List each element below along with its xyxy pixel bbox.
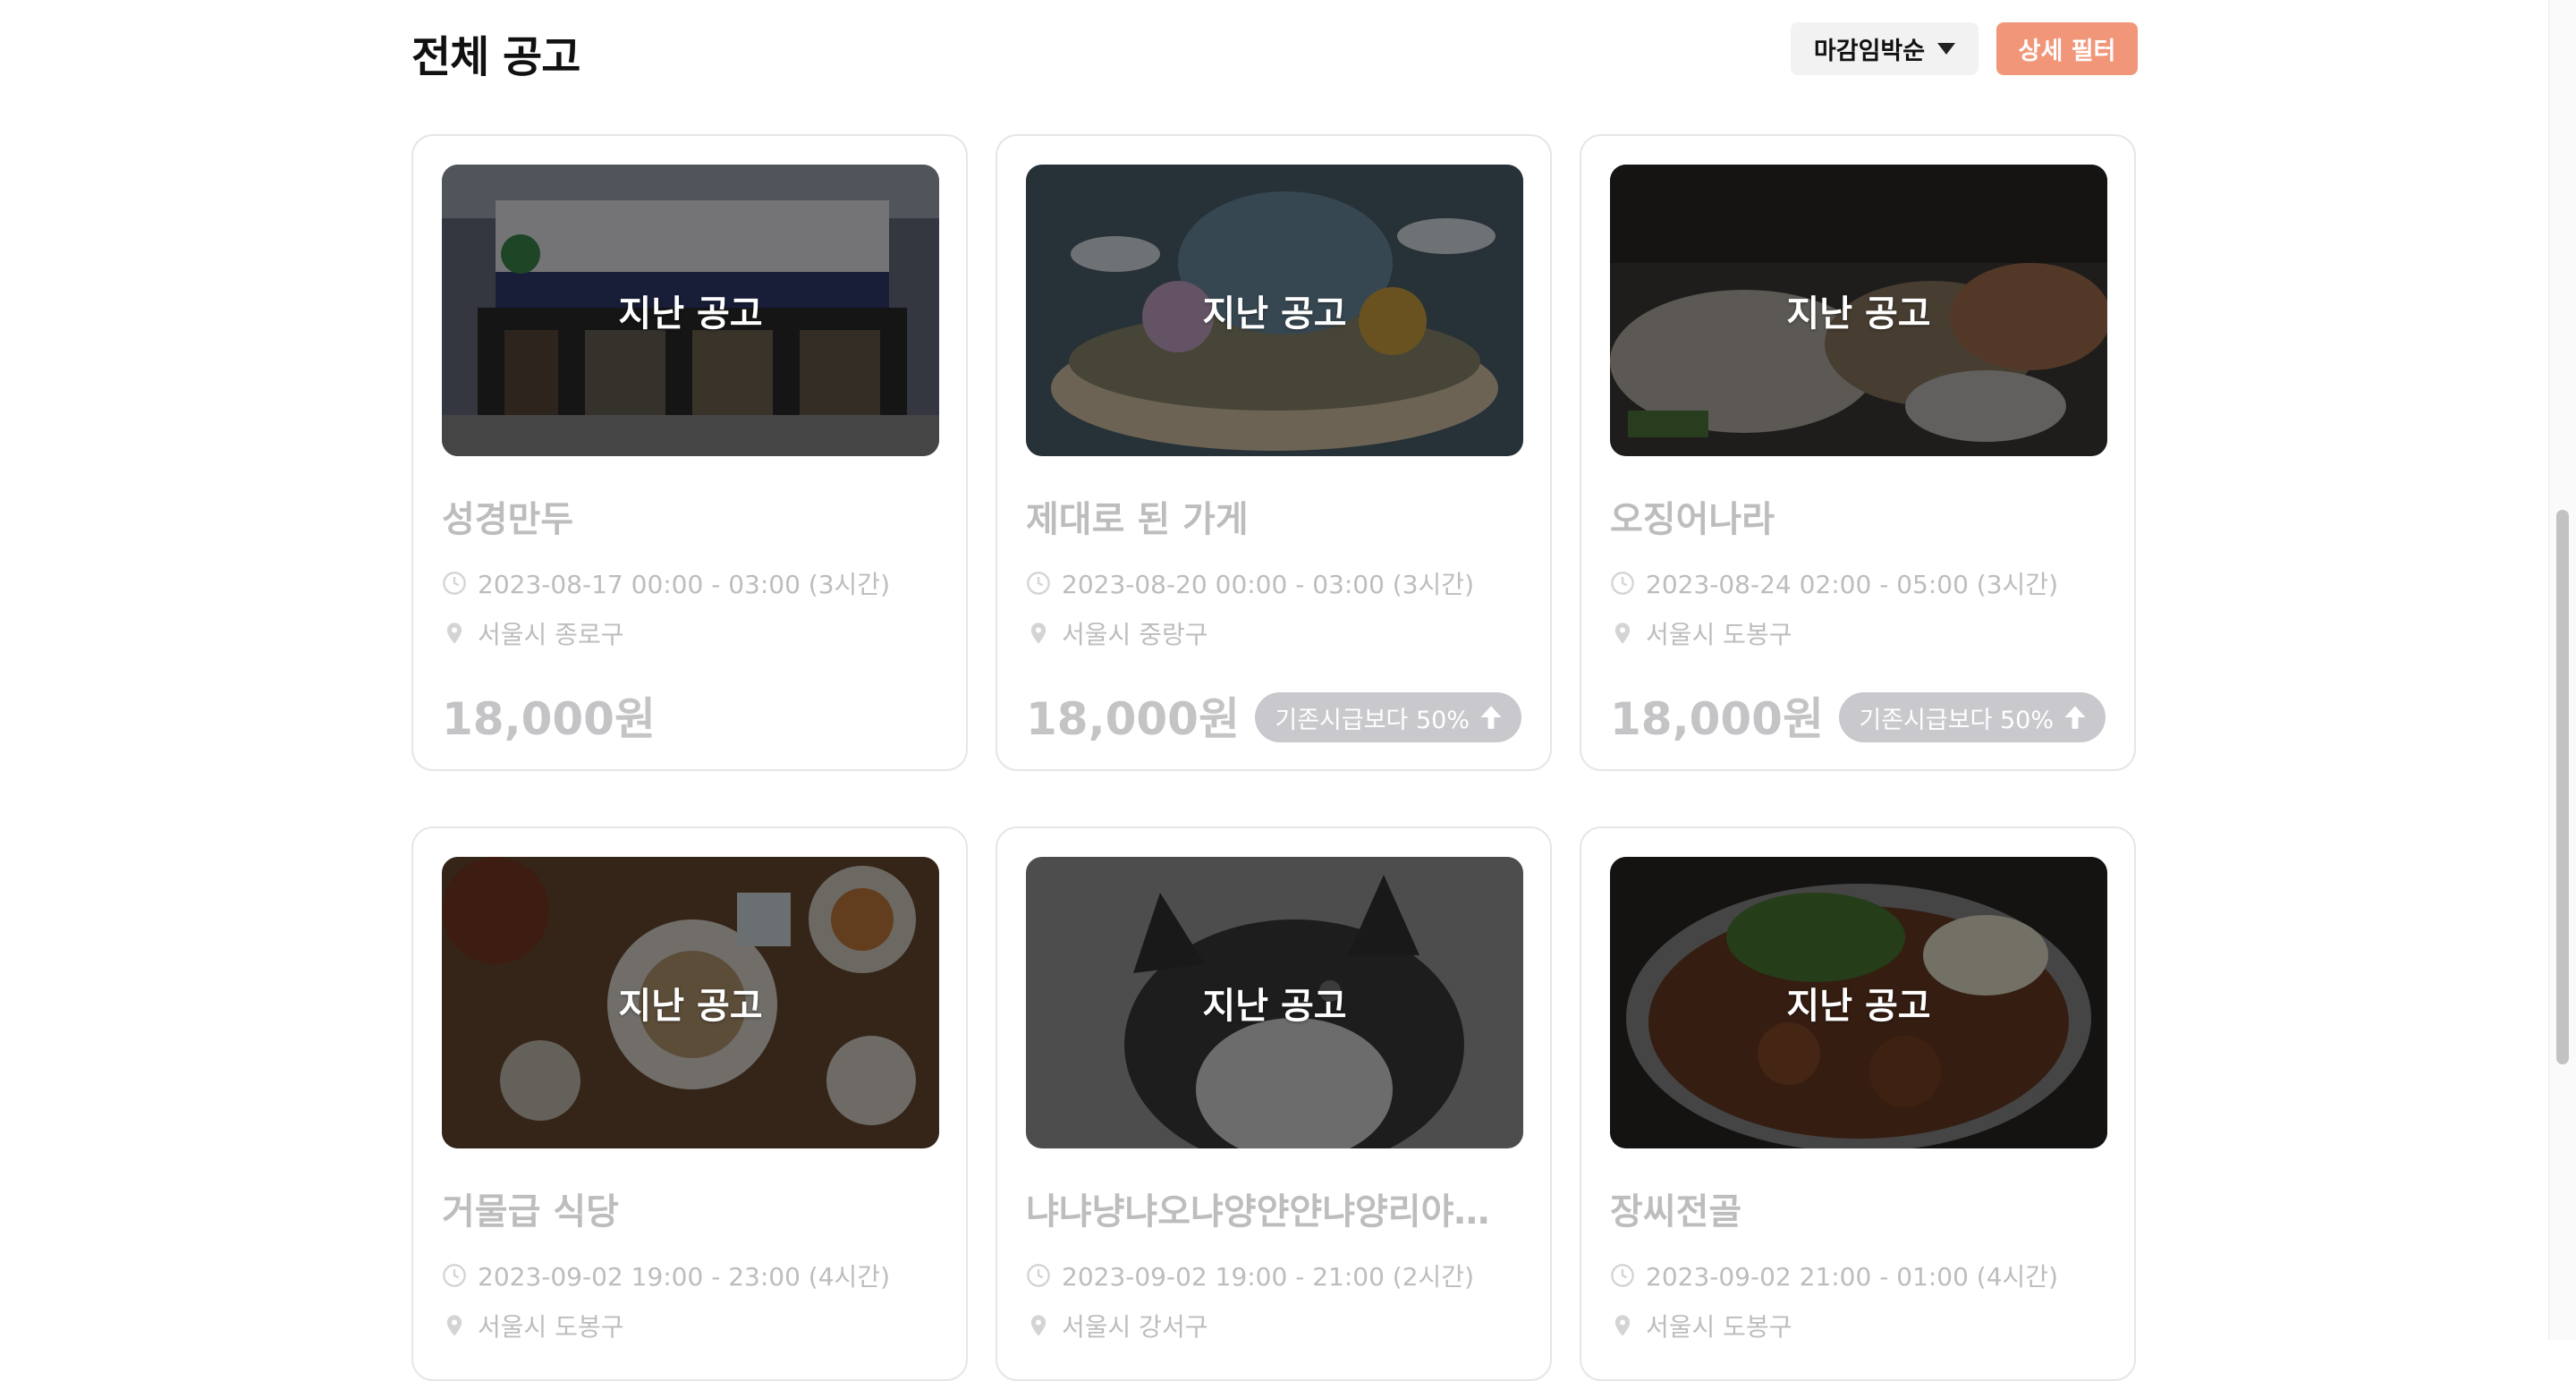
job-card[interactable]: 지난 공고 거물급 식당 2023-09-02 19:00 - 23:00 (4… [411,826,968,1381]
card-image: 지난 공고 [1026,857,1523,1148]
work-location: 서울시 강서구 [1026,1308,1208,1343]
card-image: 지난 공고 [1026,165,1523,456]
work-location: 서울시 중랑구 [1026,615,1208,651]
hourly-wage: 18,000원 [442,693,656,745]
job-card[interactable]: 지난 공고 오징어나라 2023-08-24 02:00 - 05:00 (3시… [1580,134,2136,771]
closed-overlay-label: 지난 공고 [1202,293,1347,335]
work-location: 서울시 도봉구 [1610,615,1792,651]
sort-dropdown[interactable]: 마감임박순 [1791,22,1979,75]
work-time-text: 2023-08-20 00:00 - 03:00 (3시간) [1062,570,1474,599]
work-time: 2023-08-24 02:00 - 05:00 (3시간) [1610,565,2058,601]
work-time-text: 2023-08-24 02:00 - 05:00 (3시간) [1646,570,2058,599]
work-time-text: 2023-09-02 19:00 - 23:00 (4시간) [478,1262,890,1292]
wage-increase-badge: 기존시급보다 50% [1255,692,1521,742]
location-pin-icon [1614,1315,1631,1336]
location-pin-icon [446,1315,462,1336]
store-name: 오징어나라 [1610,499,1775,540]
clock-icon [1611,572,1634,595]
work-time-text: 2023-09-02 21:00 - 01:00 (4시간) [1646,1262,2058,1292]
closed-overlay-label: 지난 공고 [618,293,763,335]
store-name: 거물급 식당 [442,1191,619,1233]
wage-increase-text: 기존시급보다 50% [1275,706,1470,734]
card-image: 지난 공고 [442,857,939,1148]
sort-label: 마감임박순 [1813,38,1926,65]
clock-icon [443,1264,466,1287]
location-pin-icon [446,623,462,644]
location-pin-icon [1030,623,1046,644]
work-time: 2023-08-20 00:00 - 03:00 (3시간) [1026,565,1474,601]
closed-overlay-label: 지난 공고 [618,986,763,1027]
job-card[interactable]: 지난 공고 장씨전골 2023-09-02 21:00 - 01:00 (4시간… [1580,826,2136,1381]
work-time: 2023-09-02 21:00 - 01:00 (4시간) [1610,1258,2058,1293]
store-name: 성경만두 [442,499,574,540]
caret-down-icon [1937,43,1956,55]
wage-increase-text: 기존시급보다 50% [1859,706,2054,734]
location-pin-icon [1030,1315,1046,1336]
scrollbar-thumb[interactable] [2556,510,2569,1064]
work-time: 2023-08-17 00:00 - 03:00 (3시간) [442,565,890,601]
closed-overlay-label: 지난 공고 [1786,986,1931,1027]
card-image: 지난 공고 [1610,857,2107,1148]
clock-icon [1611,1264,1634,1287]
arrow-up-icon [2064,706,2086,729]
list-header: 전체 공고 마감임박순 상세 필터 [411,18,2138,82]
work-location: 서울시 도봉구 [442,1308,623,1343]
job-card[interactable]: 지난 공고 제대로 된 가게 2023-08-20 00:00 - 03:00 … [996,134,1552,771]
job-card[interactable]: 지난 공고 냐냐냥냐오냐양얀얀냐양리야… 2023-09-02 19:00 - … [996,826,1552,1381]
clock-icon [443,572,466,595]
work-location: 서울시 도봉구 [1610,1308,1792,1343]
store-name: 냐냐냥냐오냐양얀얀냐양리야… [1026,1191,1490,1233]
work-location-text: 서울시 강서구 [1062,1312,1208,1342]
clock-icon [1027,1264,1050,1287]
card-image: 지난 공고 [1610,165,2107,456]
hourly-wage: 18,000원 [1610,693,1824,745]
work-location: 서울시 종로구 [442,615,623,651]
store-name: 제대로 된 가게 [1026,499,1249,540]
location-pin-icon [1614,623,1631,644]
work-location-text: 서울시 중랑구 [1062,620,1208,649]
detail-filter-button[interactable]: 상세 필터 [1996,22,2138,75]
work-time-text: 2023-08-17 00:00 - 03:00 (3시간) [478,570,890,599]
page-scrollbar[interactable] [2548,0,2576,1340]
page-title: 전체 공고 [411,32,580,82]
closed-overlay-label: 지난 공고 [1786,293,1931,335]
wage-increase-badge: 기존시급보다 50% [1839,692,2106,742]
work-time: 2023-09-02 19:00 - 23:00 (4시간) [442,1258,890,1293]
work-location-text: 서울시 도봉구 [1646,620,1792,649]
work-location-text: 서울시 종로구 [478,620,624,649]
work-time-text: 2023-09-02 19:00 - 21:00 (2시간) [1062,1262,1474,1292]
store-name: 장씨전골 [1610,1191,1742,1233]
closed-overlay-label: 지난 공고 [1202,986,1347,1027]
work-location-text: 서울시 도봉구 [478,1312,624,1342]
work-location-text: 서울시 도봉구 [1646,1312,1792,1342]
arrow-up-icon [1480,706,1502,729]
hourly-wage: 18,000원 [1026,693,1240,745]
work-time: 2023-09-02 19:00 - 21:00 (2시간) [1026,1258,1474,1293]
card-image: 지난 공고 [442,165,939,456]
clock-icon [1027,572,1050,595]
job-card[interactable]: 지난 공고 성경만두 2023-08-17 00:00 - 03:00 (3시간… [411,134,968,771]
